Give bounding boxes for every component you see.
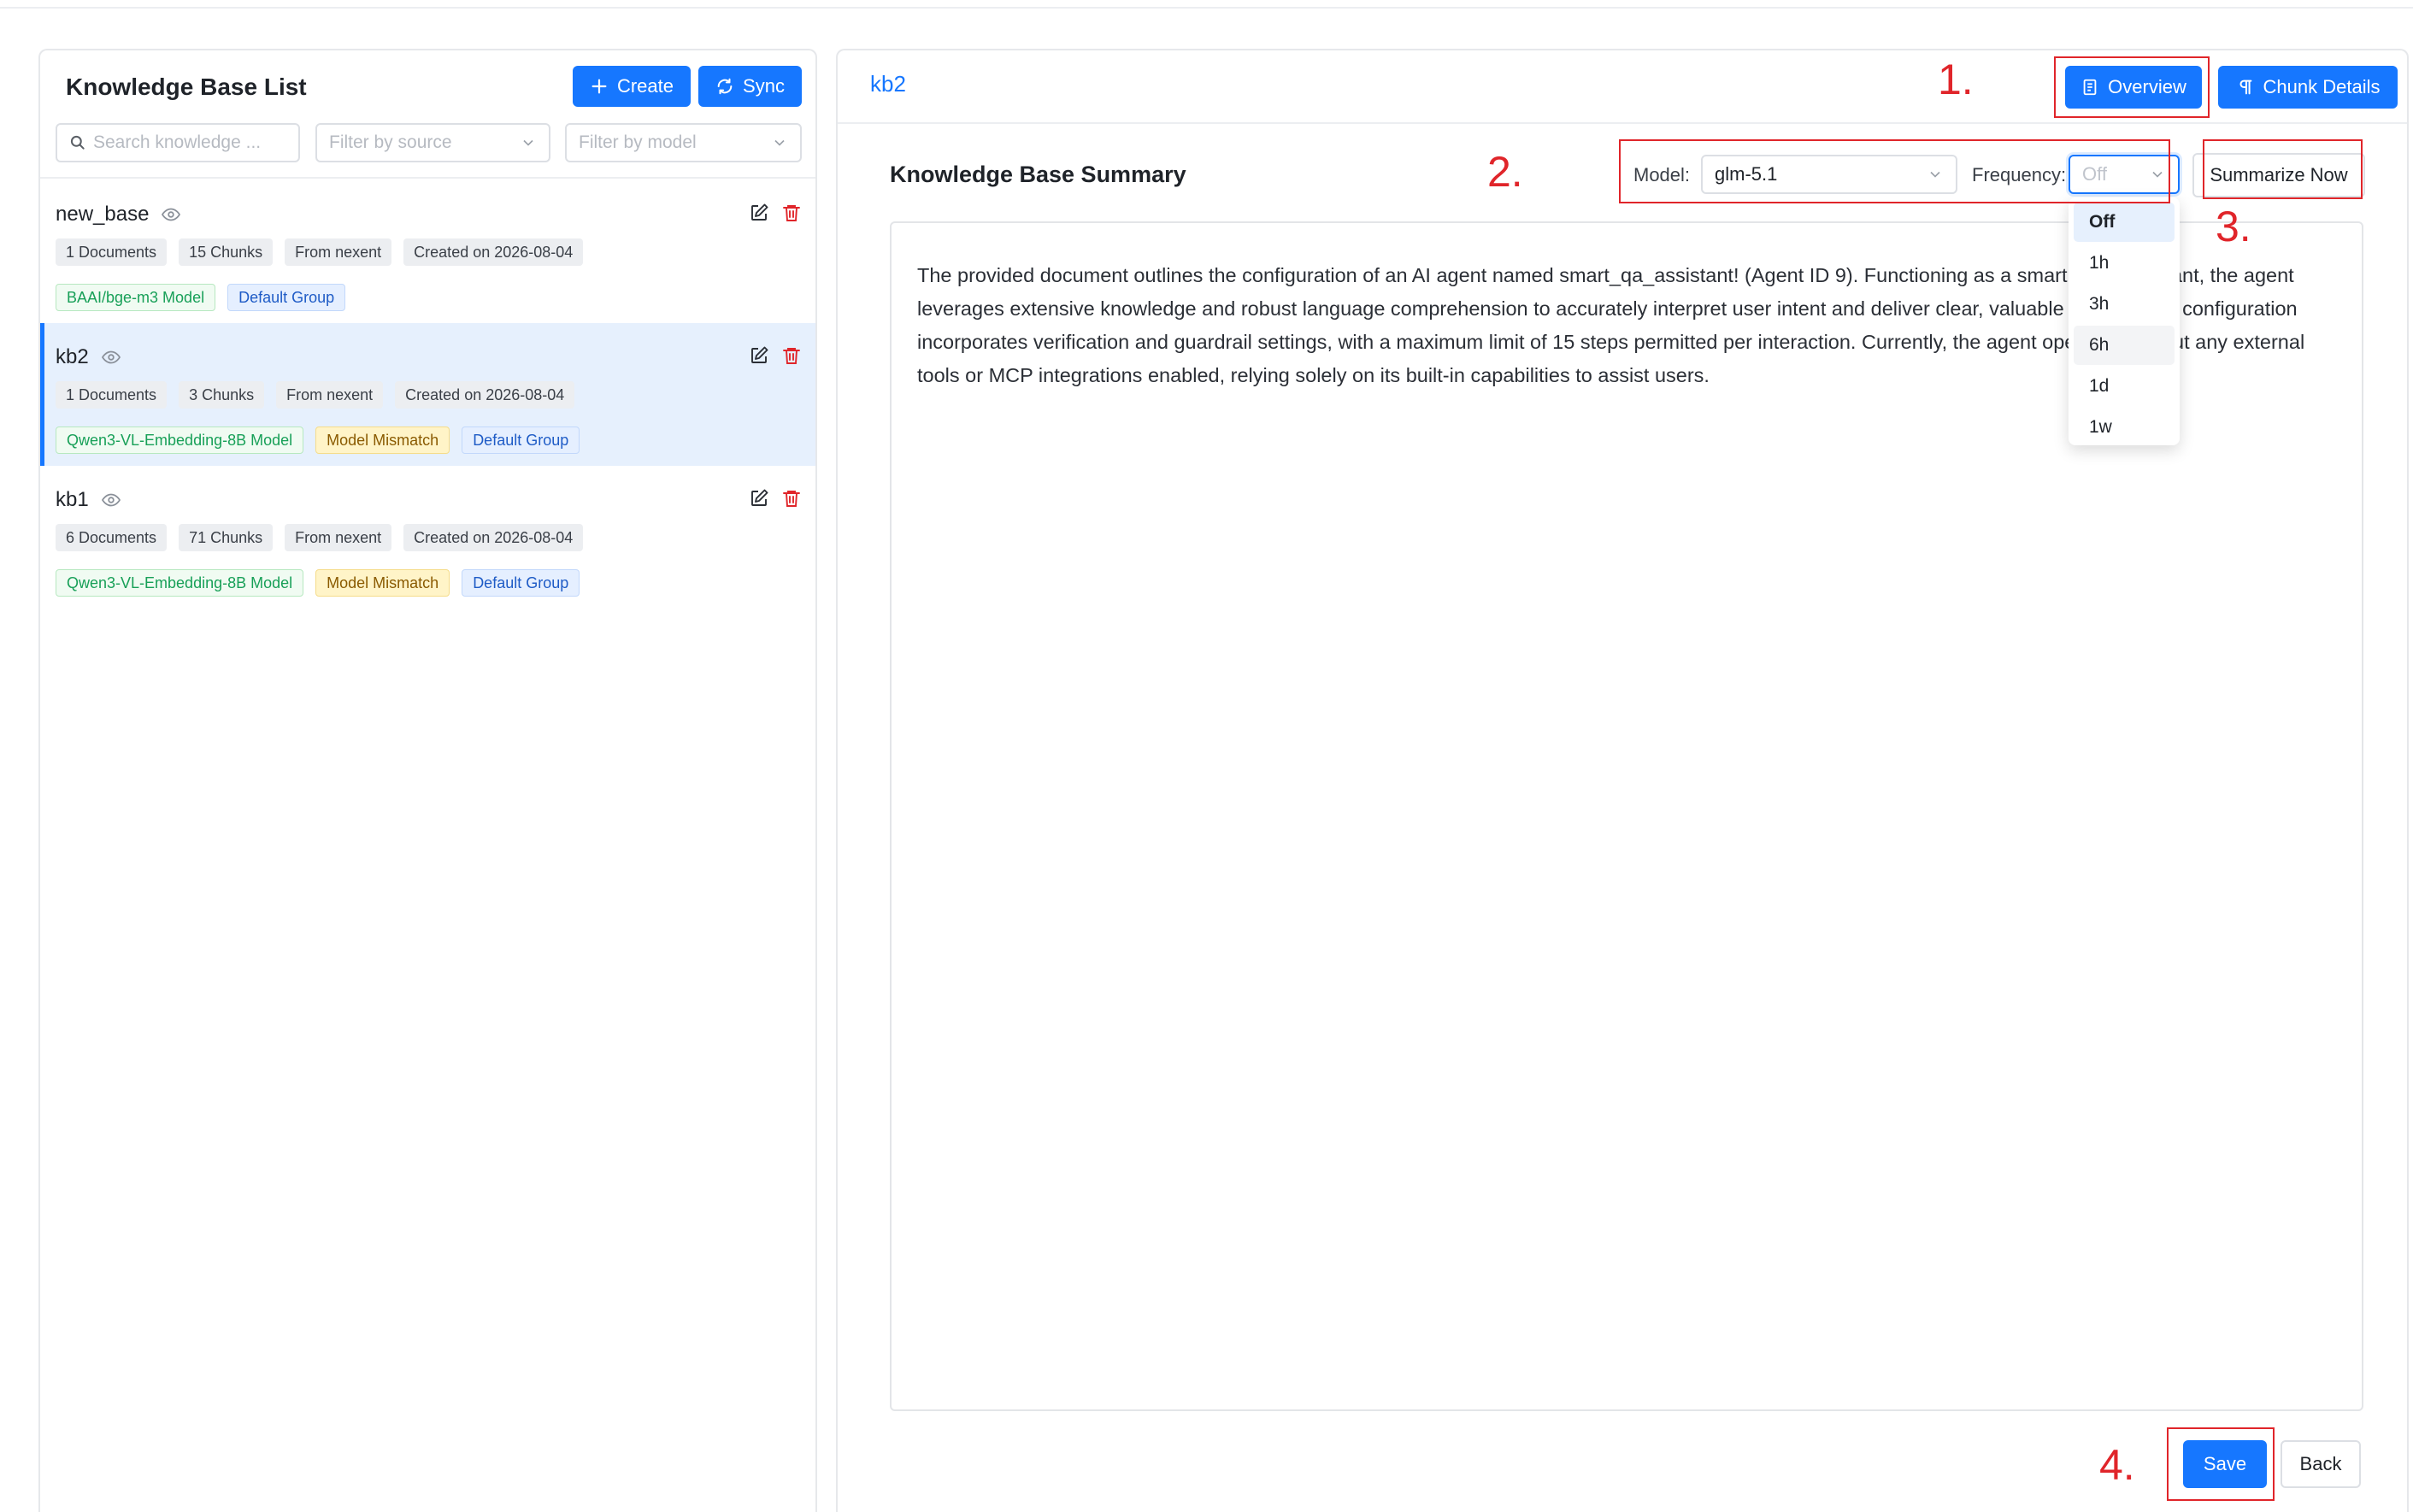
- search-icon: [70, 135, 85, 150]
- search-placeholder: Search knowledge ...: [93, 132, 262, 152]
- kb-name: new_base: [56, 203, 181, 227]
- kb-meta: Qwen3-VL-Embedding-8B Model Model Mismat…: [56, 569, 580, 597]
- kb-list-item-new-base[interactable]: new_base 1 Documents 15 Chunks From nexe…: [40, 180, 815, 323]
- trash-icon[interactable]: [781, 488, 802, 509]
- model-select[interactable]: glm-5.1: [1701, 155, 1957, 194]
- sync-button[interactable]: Sync: [698, 66, 802, 107]
- trash-icon[interactable]: [781, 345, 802, 366]
- chevron-down-icon: [1930, 171, 1940, 178]
- frequency-option-3h[interactable]: 3h: [2074, 285, 2175, 324]
- created-tag: Created on 2026-08-04: [395, 381, 575, 409]
- kb-list-item-kb2[interactable]: kb2 1 Documents 3 Chunks From nexent Cre…: [40, 323, 815, 466]
- chevron-down-icon: [523, 139, 533, 146]
- filter-source-placeholder: Filter by source: [329, 132, 452, 152]
- frequency-option-off[interactable]: Off: [2074, 203, 2175, 242]
- annotation-number-2: 2.: [1487, 148, 1523, 196]
- model-tag: Qwen3-VL-Embedding-8B Model: [56, 569, 304, 597]
- documents-tag: 1 Documents: [56, 238, 168, 266]
- kb-meta: BAAI/bge-m3 Model Default Group: [56, 284, 346, 311]
- frequency-option-1h[interactable]: 1h: [2074, 244, 2175, 283]
- overview-button[interactable]: Overview: [2065, 66, 2202, 109]
- frequency-option-1w[interactable]: 1w: [2074, 408, 2175, 447]
- edit-icon[interactable]: [749, 203, 769, 223]
- sync-icon: [717, 78, 733, 95]
- summarize-now-button[interactable]: Summarize Now: [2192, 153, 2365, 197]
- source-tag: From nexent: [276, 381, 384, 409]
- filter-by-source-select[interactable]: Filter by source: [315, 123, 550, 162]
- paragraph-icon: [2239, 79, 2251, 95]
- chevron-down-icon: [774, 139, 785, 146]
- model-mismatch-tag: Model Mismatch: [315, 569, 450, 597]
- source-tag: From nexent: [285, 238, 392, 266]
- kb-actions: [749, 488, 802, 509]
- filter-by-model-select[interactable]: Filter by model: [565, 123, 802, 162]
- frequency-option-6h[interactable]: 6h: [2074, 326, 2175, 365]
- eye-icon[interactable]: [101, 490, 121, 510]
- eye-icon[interactable]: [101, 347, 121, 368]
- kb-stats: 6 Documents 71 Chunks From nexent Create…: [56, 524, 584, 551]
- model-label: Model:: [1633, 164, 1691, 185]
- kb-name: kb2: [56, 345, 121, 369]
- annotation-number-4: 4.: [2099, 1441, 2135, 1489]
- documents-tag: 1 Documents: [56, 381, 168, 409]
- trash-icon[interactable]: [781, 203, 802, 223]
- chunks-tag: 15 Chunks: [179, 238, 274, 266]
- breadcrumb-kb-name[interactable]: kb2: [870, 71, 906, 97]
- kb-meta: Qwen3-VL-Embedding-8B Model Model Mismat…: [56, 427, 580, 454]
- model-value: glm-5.1: [1715, 163, 1778, 185]
- sync-label: Sync: [743, 75, 785, 97]
- filter-model-placeholder: Filter by model: [579, 132, 697, 152]
- save-button[interactable]: Save: [2183, 1440, 2267, 1488]
- eye-icon[interactable]: [161, 204, 181, 225]
- source-tag: From nexent: [285, 524, 392, 551]
- knowledge-base-detail-panel: kb2 Overview Chunk Details Knowledge Bas…: [836, 49, 2409, 1512]
- model-tag: Qwen3-VL-Embedding-8B Model: [56, 427, 304, 454]
- kb-stats: 1 Documents 3 Chunks From nexent Created…: [56, 381, 575, 409]
- group-tag: Default Group: [462, 569, 580, 597]
- group-tag: Default Group: [227, 284, 346, 311]
- frequency-label: Frequency:: [1972, 164, 2067, 185]
- created-tag: Created on 2026-08-04: [403, 238, 584, 266]
- model-mismatch-tag: Model Mismatch: [315, 427, 450, 454]
- summary-title: Knowledge Base Summary: [890, 162, 1186, 187]
- model-tag: BAAI/bge-m3 Model: [56, 284, 216, 311]
- kb-stats: 1 Documents 15 Chunks From nexent Create…: [56, 238, 584, 266]
- kb-actions: [749, 345, 802, 366]
- top-divider: [0, 7, 2413, 9]
- search-input[interactable]: Search knowledge ...: [56, 123, 300, 162]
- group-tag: Default Group: [462, 427, 580, 454]
- create-label: Create: [616, 75, 674, 97]
- frequency-dropdown: Off 1h 3h 6h 1d 1w: [2069, 197, 2180, 445]
- edit-icon[interactable]: [749, 345, 769, 366]
- document-icon: [2083, 79, 2097, 96]
- documents-tag: 6 Documents: [56, 524, 168, 551]
- plus-icon: [591, 79, 607, 94]
- detail-header: kb2 Overview Chunk Details: [838, 50, 2407, 124]
- kb-name: kb1: [56, 488, 121, 512]
- knowledge-base-list-panel: Knowledge Base List Create Sync Search k…: [38, 49, 817, 1512]
- frequency-select[interactable]: Off: [2069, 155, 2180, 194]
- list-title: Knowledge Base List: [66, 74, 307, 100]
- kb-list-item-kb1[interactable]: kb1 6 Documents 71 Chunks From nexent Cr…: [40, 466, 815, 609]
- chunks-tag: 71 Chunks: [179, 524, 274, 551]
- create-button[interactable]: Create: [573, 66, 691, 107]
- list-header: Knowledge Base List Create Sync Search k…: [40, 50, 815, 179]
- kb-actions: [749, 203, 802, 223]
- chevron-down-icon: [2152, 171, 2163, 178]
- chunk-details-label: Chunk Details: [2263, 76, 2381, 97]
- back-button[interactable]: Back: [2281, 1440, 2361, 1488]
- frequency-option-1d[interactable]: 1d: [2074, 367, 2175, 406]
- overview-label: Overview: [2108, 76, 2186, 97]
- annotation-number-3: 3.: [2216, 203, 2251, 250]
- edit-icon[interactable]: [749, 488, 769, 509]
- frequency-value: Off: [2082, 163, 2107, 185]
- chunks-tag: 3 Chunks: [179, 381, 265, 409]
- chunk-details-button[interactable]: Chunk Details: [2218, 66, 2398, 109]
- created-tag: Created on 2026-08-04: [403, 524, 584, 551]
- annotation-number-1: 1.: [1938, 56, 1974, 103]
